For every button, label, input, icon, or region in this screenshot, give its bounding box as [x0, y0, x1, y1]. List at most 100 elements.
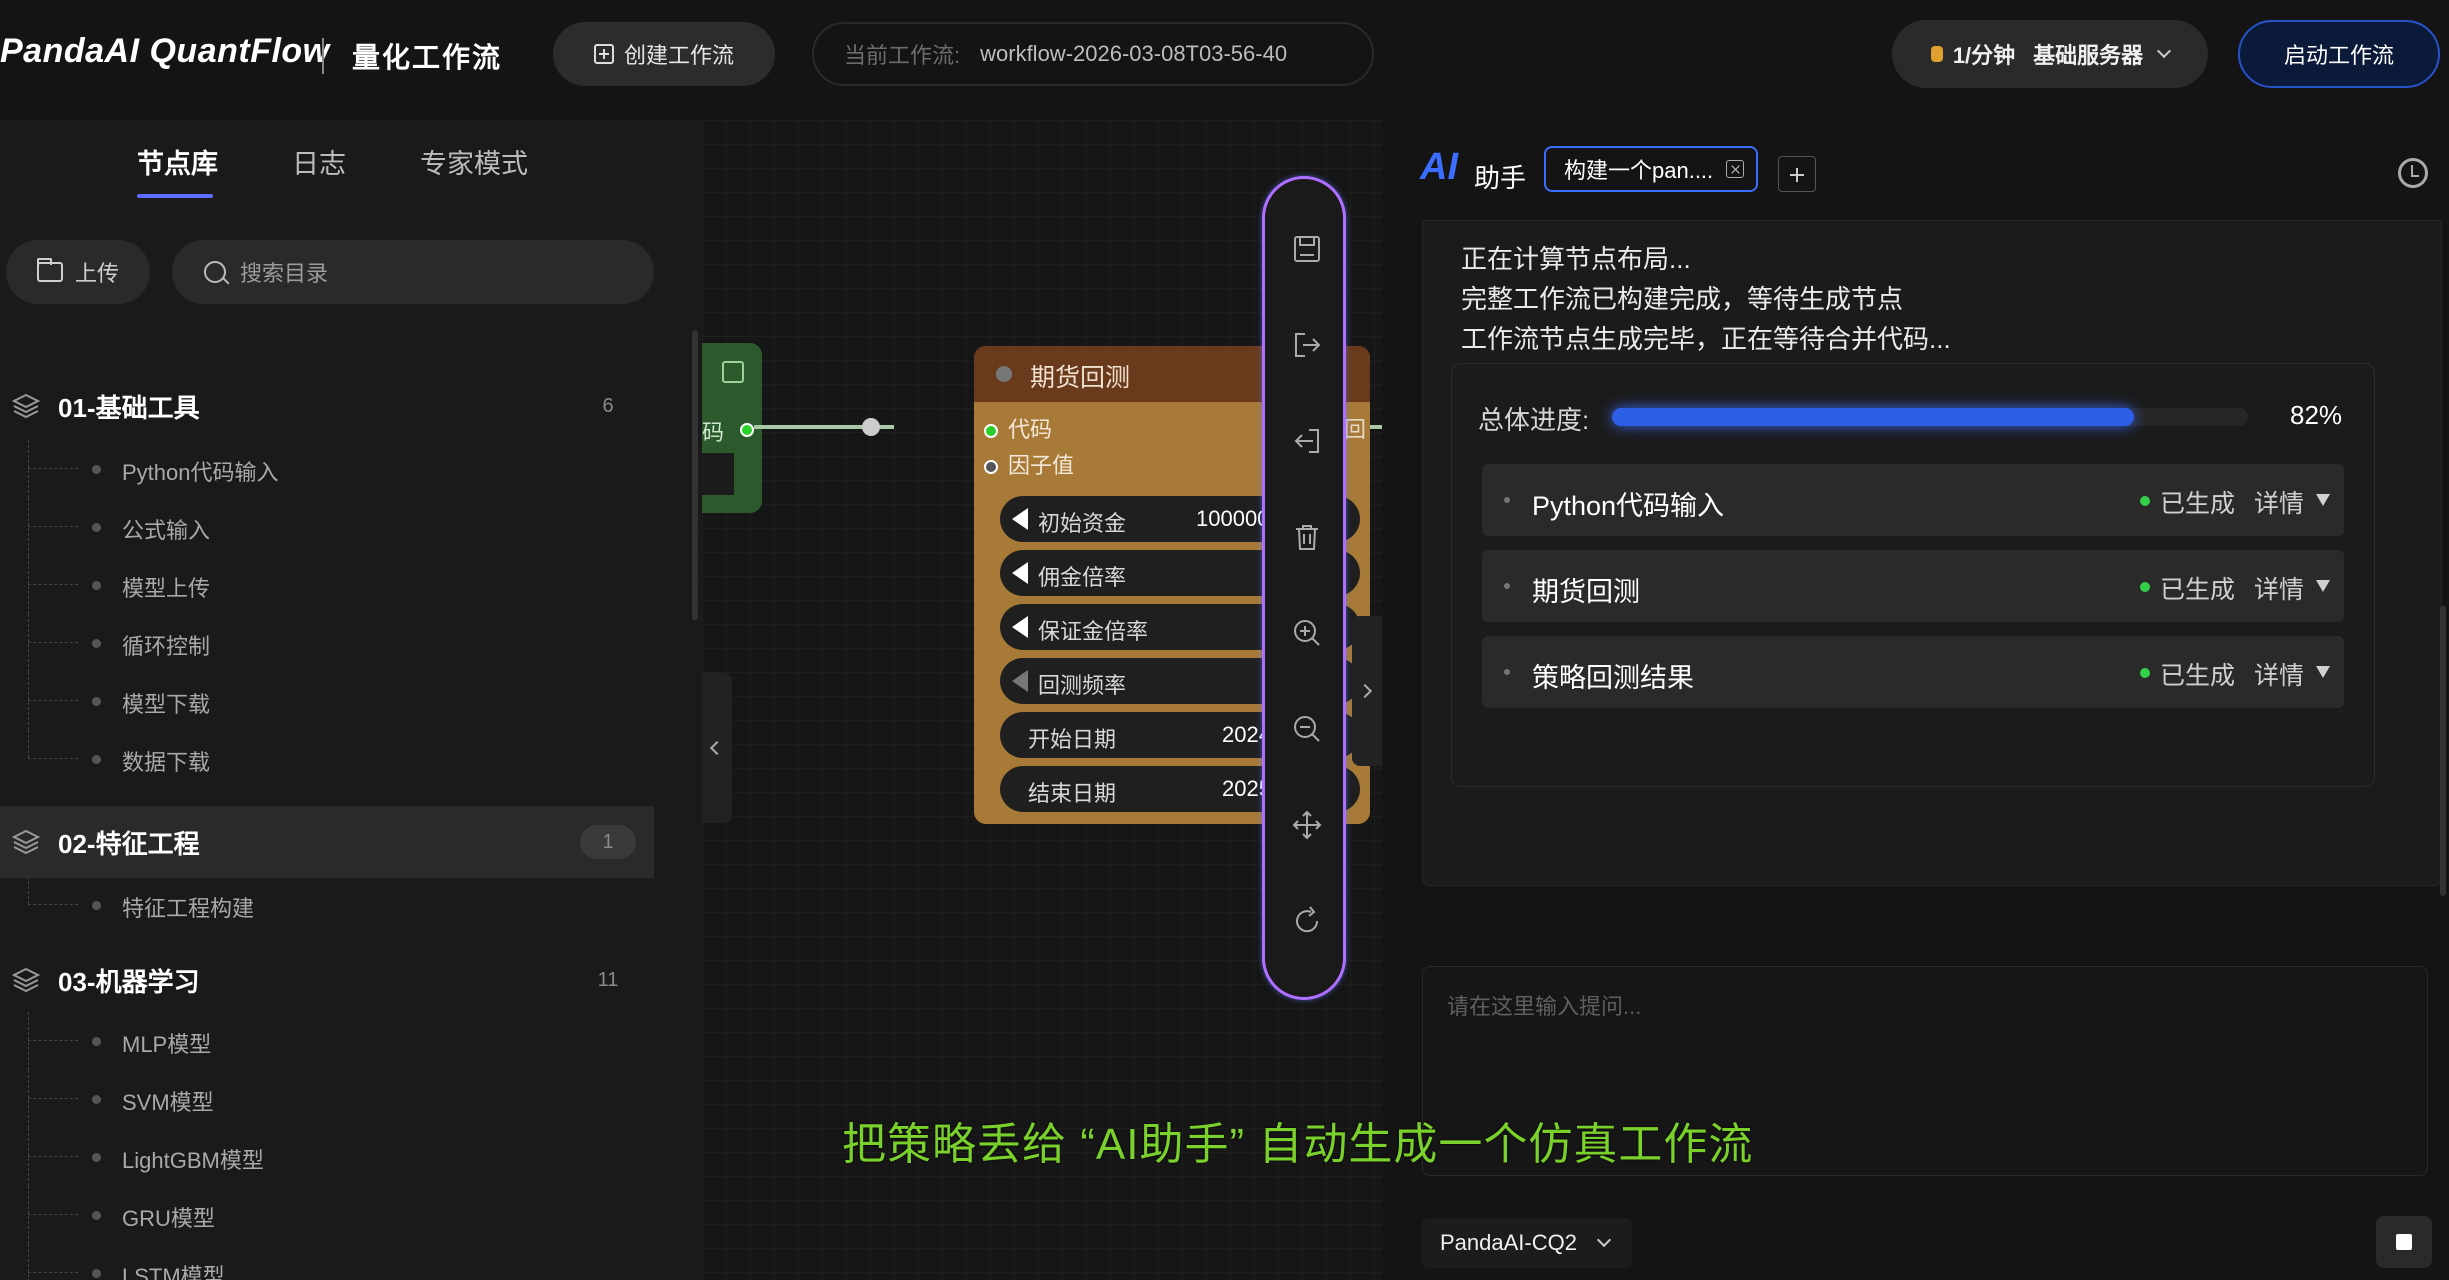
delete-icon[interactable] — [1291, 521, 1323, 553]
node-item-label: 数据下载 — [122, 750, 211, 775]
top-bar: PandaAI QuantFlow 量化工作流 创建工作流 当前工作流: wor… — [0, 0, 2449, 120]
chevron-down-icon — [2157, 43, 2172, 59]
decrement-arrow-icon[interactable] — [1012, 670, 1028, 692]
edit-icon[interactable] — [722, 361, 744, 383]
workflow-canvas[interactable]: 码 期货回测 代码 因子值 回 初始资金 1000000 佣金倍率 保证金倍率 回… — [702, 120, 1382, 1280]
progress-bar-fill — [1612, 408, 2134, 426]
zoom-out-icon[interactable] — [1291, 713, 1323, 745]
model-selector[interactable]: PandaAI-CQ2 — [1422, 1218, 1632, 1268]
catalog-search-input[interactable]: 搜索目录 — [172, 240, 654, 304]
sidebar-tabs: 节点库 日志 专家模式 — [0, 120, 702, 202]
model-label: PandaAI-CQ2 — [1440, 1230, 1577, 1255]
current-workflow-label: 当前工作流: — [844, 43, 961, 68]
create-workflow-button[interactable]: 创建工作流 — [553, 22, 775, 86]
close-icon[interactable] — [1726, 160, 1744, 178]
save-icon[interactable] — [1291, 233, 1323, 265]
node-item-label: 循环控制 — [122, 634, 211, 659]
step-detail-toggle[interactable]: 详情 — [2254, 570, 2304, 606]
status-dot — [2140, 582, 2150, 592]
chat-tab-label: 构建一个pan.... — [1564, 158, 1714, 183]
step-detail-toggle[interactable]: 详情 — [2254, 484, 2304, 520]
app-logo: PandaAI QuantFlow — [0, 32, 330, 70]
bullet-icon — [1504, 583, 1510, 589]
tab-node-library[interactable]: 节点库 — [137, 142, 218, 181]
chevron-down-icon — [1596, 1232, 1612, 1248]
upload-button[interactable]: 上传 — [6, 240, 150, 304]
category-label: 01-基础工具 — [58, 392, 200, 423]
collapse-ai-panel-button[interactable] — [1352, 616, 1382, 766]
history-icon[interactable] — [2398, 158, 2428, 188]
new-chat-button[interactable] — [1778, 156, 1816, 192]
active-tab-indicator — [137, 194, 213, 198]
sidebar-scrollbar[interactable] — [692, 330, 698, 620]
move-icon[interactable] — [1291, 809, 1323, 841]
node-item-feature-engineering-build[interactable]: 特征工程构建 — [0, 876, 654, 934]
wire-handle[interactable] — [862, 418, 880, 436]
current-workflow-value: workflow-2026-03-08T03-56-40 — [980, 41, 1288, 66]
node-item-label: LightGBM模型 — [122, 1148, 264, 1173]
status-dot — [2140, 496, 2150, 506]
node-item-gru-model[interactable]: GRU模型 — [0, 1186, 654, 1244]
node-item-lightgbm-model[interactable]: LightGBM模型 — [0, 1128, 654, 1186]
category-label: 03-机器学习 — [58, 966, 200, 997]
node-library-sidebar: 节点库 日志 专家模式 上传 搜索目录 01-基础工具 6 Python代码输入… — [0, 120, 702, 1280]
layers-icon — [12, 393, 40, 419]
caret-down-icon[interactable] — [2316, 494, 2330, 506]
category-machine-learning[interactable]: 03-机器学习 11 — [0, 944, 654, 1016]
logo-divider — [322, 38, 324, 74]
code-input-node[interactable]: 码 — [702, 343, 762, 513]
node-item-data-download[interactable]: 数据下载 — [0, 730, 654, 788]
node-item-model-upload[interactable]: 模型上传 — [0, 556, 654, 614]
ai-assistant-panel: AI 助手 构建一个pan.... 正在计算节点布局... 完整工作流已构建完成… — [1382, 120, 2449, 1280]
stop-generation-button[interactable] — [2376, 1216, 2432, 1268]
category-basic-tools[interactable]: 01-基础工具 6 — [0, 370, 654, 442]
panel-scrollbar[interactable] — [2440, 606, 2446, 896]
tab-log[interactable]: 日志 — [292, 142, 346, 181]
refresh-icon[interactable] — [1291, 905, 1323, 937]
start-workflow-button[interactable]: 启动工作流 — [2238, 20, 2440, 88]
node-item-lstm-model[interactable]: LSTM模型 — [0, 1244, 654, 1280]
progress-card: 总体进度: 82% Python代码输入 已生成 详情 期货回测 已生成 详情 — [1451, 363, 2375, 787]
output-port-label: 回 — [1344, 417, 1367, 442]
import-icon[interactable] — [1291, 425, 1323, 457]
input-port-code[interactable]: 代码 — [984, 412, 1052, 444]
input-port-factor[interactable]: 因子值 — [984, 448, 1074, 480]
tab-expert-mode[interactable]: 专家模式 — [420, 142, 528, 181]
server-selector[interactable]: 1/分钟 基础服务器 — [1892, 20, 2208, 88]
node-item-loop-control[interactable]: 循环控制 — [0, 614, 654, 672]
caret-down-icon[interactable] — [2316, 580, 2330, 592]
step-status: 已生成 — [2160, 490, 2236, 518]
node-item-model-download[interactable]: 模型下载 — [0, 672, 654, 730]
node-item-svm-model[interactable]: SVM模型 — [0, 1070, 654, 1128]
collapse-sidebar-button[interactable] — [702, 673, 732, 823]
message-line: 完整工作流已构建完成，等待生成节点 — [1461, 284, 1904, 314]
search-icon — [204, 261, 226, 283]
decrement-arrow-icon[interactable] — [1012, 508, 1028, 530]
node-item-mlp-model[interactable]: MLP模型 — [0, 1012, 654, 1070]
decrement-arrow-icon[interactable] — [1012, 616, 1028, 638]
decrement-arrow-icon[interactable] — [1012, 562, 1028, 584]
export-icon[interactable] — [1291, 329, 1323, 361]
rate-label: 1/分钟 — [1952, 43, 2016, 68]
step-detail-toggle[interactable]: 详情 — [2254, 656, 2304, 692]
step-item: 策略回测结果 已生成 详情 — [1482, 636, 2344, 708]
step-status: 已生成 — [2160, 576, 2236, 604]
zoom-in-icon[interactable] — [1291, 617, 1323, 649]
progress-bar — [1612, 408, 2248, 426]
step-name: Python代码输入 — [1532, 491, 1725, 521]
node-item-label: SVM模型 — [122, 1090, 214, 1115]
node-item-label: 模型下载 — [122, 692, 211, 717]
create-workflow-label: 创建工作流 — [623, 43, 734, 68]
chat-session-tab[interactable]: 构建一个pan.... — [1544, 146, 1758, 192]
app-subtitle: 量化工作流 — [352, 42, 503, 73]
bullet-icon — [1504, 669, 1510, 675]
output-port[interactable] — [740, 423, 754, 437]
caret-down-icon[interactable] — [2316, 666, 2330, 678]
coin-icon — [1930, 46, 1943, 62]
node-item-python-code-input[interactable]: Python代码输入 — [0, 440, 654, 498]
node-item-label: 模型上传 — [122, 576, 211, 601]
category-feature-engineering[interactable]: 02-特征工程 1 — [0, 806, 654, 878]
node-item-formula-input[interactable]: 公式输入 — [0, 498, 654, 556]
step-name: 策略回测结果 — [1532, 663, 1694, 693]
status-dot — [2140, 668, 2150, 678]
